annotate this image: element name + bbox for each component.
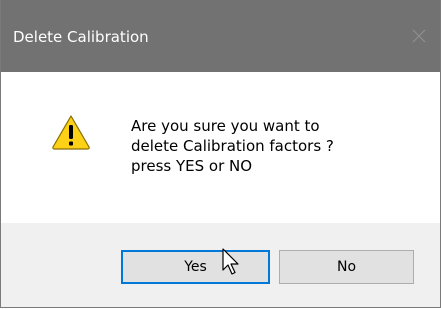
close-icon bbox=[412, 29, 426, 43]
dialog-title: Delete Calibration bbox=[13, 28, 149, 46]
title-bar[interactable]: Delete Calibration bbox=[1, 0, 440, 72]
yes-button-label: Yes bbox=[184, 259, 207, 275]
warning-icon bbox=[51, 114, 91, 150]
no-button[interactable]: No bbox=[279, 250, 414, 284]
message-line: Are you sure you want to bbox=[131, 117, 320, 135]
yes-button[interactable]: Yes bbox=[121, 250, 270, 284]
delete-calibration-dialog: Delete Calibration Are you sure you want… bbox=[0, 0, 441, 308]
message-line: delete Calibration factors ? bbox=[131, 137, 334, 155]
dialog-content: Are you sure you want to delete Calibrat… bbox=[1, 72, 440, 223]
close-button[interactable] bbox=[404, 22, 434, 50]
message-line: press YES or NO bbox=[131, 157, 253, 175]
dialog-message: Are you sure you want to delete Calibrat… bbox=[131, 116, 334, 176]
no-button-label: No bbox=[336, 259, 357, 275]
dialog-footer: Yes No bbox=[1, 223, 440, 307]
